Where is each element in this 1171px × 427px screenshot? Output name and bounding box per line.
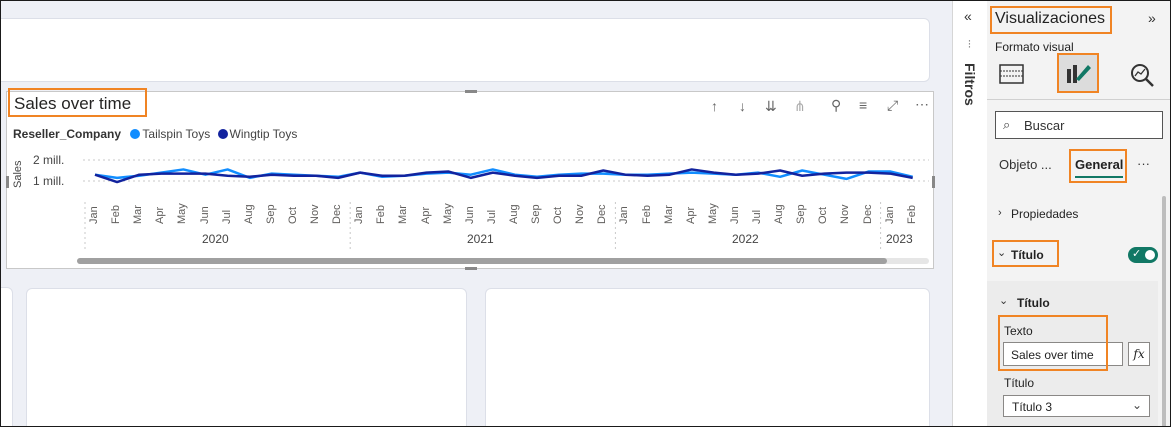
x-tick-label: Dec <box>596 204 609 224</box>
pane-divider <box>987 99 1170 100</box>
x-tick-label: Oct <box>552 206 565 224</box>
search-icon: ⌕ <box>1003 117 1011 132</box>
title-style-dropdown[interactable]: Título 3 ⌄ <box>1003 395 1150 417</box>
x-tick-label: Feb <box>375 205 388 224</box>
title-subsection-card: ⌄ Título Texto Sales over time fx Título… <box>987 281 1158 426</box>
search-placeholder: Buscar <box>1024 118 1065 133</box>
fx-icon: fx <box>1133 347 1145 361</box>
x-tick-label: Jun <box>198 206 211 224</box>
x-tick-label: Mar <box>662 205 675 224</box>
fx-button[interactable]: fx <box>1128 342 1150 366</box>
report-canvas: Sales over time ↑ ↓ ⇊ ⋔ ⚲ ≡ ⤢ ⋯ Reseller… <box>1 1 952 426</box>
resize-handle-bottom[interactable] <box>465 267 477 270</box>
x-tick-label: Mar <box>397 205 410 224</box>
title-toggle[interactable]: ✓ <box>1128 247 1158 263</box>
section-title-highlight <box>992 240 1059 267</box>
build-visual-icon[interactable] <box>999 63 1025 85</box>
x-tick-label: Feb <box>905 205 918 224</box>
filters-pane-collapsed[interactable]: « ⫶ Filtros <box>952 1 988 426</box>
x-tick-label: Oct <box>286 206 299 224</box>
x-tick-label: Jul <box>485 209 498 224</box>
x-tick-label: Apr <box>419 206 432 224</box>
subsection-title[interactable]: Título <box>1017 296 1050 310</box>
format-visual-label: Formato visual <box>995 40 1074 54</box>
resize-handle-left[interactable] <box>6 176 9 188</box>
chevron-down-icon: ⌄ <box>999 295 1009 307</box>
x-tick-label: Aug <box>773 204 786 224</box>
x-tick-label: May <box>176 203 189 224</box>
search-input[interactable]: ⌕ Buscar <box>995 111 1163 139</box>
x-tick-label: Sep <box>795 204 808 224</box>
x-tick-label: Jul <box>751 209 763 224</box>
x-tick-label: Aug <box>507 204 520 224</box>
x-tick-label: Sep <box>264 204 277 224</box>
visualizations-pane: Visualizaciones » Formato visual ⌕ Busca… <box>987 1 1170 426</box>
x-tick-label: Apr <box>684 206 697 224</box>
top-visual-card[interactable] <box>1 18 930 82</box>
x-tick-label: May <box>706 203 719 224</box>
app-window: Sales over time ↑ ↓ ⇊ ⋔ ⚲ ≡ ⤢ ⋯ Reseller… <box>0 0 1171 427</box>
tab-object[interactable]: Objeto ... <box>999 157 1052 172</box>
scrollbar-thumb[interactable] <box>77 258 887 264</box>
year-label: 2023 <box>886 232 913 246</box>
year-label: 2021 <box>467 232 494 246</box>
style-label: Título <box>1004 376 1035 390</box>
x-tick-label: Jan <box>883 206 896 224</box>
year-label: 2020 <box>202 232 229 246</box>
more-tabs-icon[interactable]: ··· <box>1137 156 1150 171</box>
pane-scrollbar[interactable] <box>1162 196 1166 426</box>
x-tick-label: Sep <box>530 204 542 224</box>
bottom-right-card[interactable] <box>485 288 930 426</box>
x-tick-label: Mar <box>132 205 145 224</box>
pane-title-highlight <box>990 6 1112 34</box>
filters-label[interactable]: Filtros <box>962 63 978 106</box>
resize-handle-top[interactable] <box>465 90 477 93</box>
y-axis-label: Sales <box>12 160 24 188</box>
dropdown-value: Título 3 <box>1012 400 1053 414</box>
x-tick-label: Apr <box>154 206 167 224</box>
line-chart-visual[interactable]: Sales over time ↑ ↓ ⇊ ⋔ ⚲ ≡ ⤢ ⋯ Reseller… <box>6 91 934 269</box>
analytics-icon[interactable] <box>1129 62 1155 88</box>
x-tick-label: Dec <box>861 204 874 224</box>
x-tick-label: Nov <box>574 204 587 224</box>
expand-right-icon[interactable]: » <box>1148 10 1156 26</box>
x-tick-label: Jun <box>728 206 741 224</box>
section-properties[interactable]: Propiedades <box>1011 207 1078 221</box>
check-icon: ✓ <box>1132 248 1142 260</box>
year-label: 2022 <box>732 232 759 246</box>
bottom-left-card[interactable] <box>1 287 13 426</box>
title-highlight <box>8 88 147 117</box>
x-tick-label: Feb <box>110 205 123 224</box>
x-tick-label: Feb <box>640 205 653 224</box>
text-field-highlight <box>998 315 1108 371</box>
y-tick-label: 1 mill. <box>33 174 65 188</box>
x-tick-label: Dec <box>331 204 344 224</box>
x-tick-label: May <box>441 203 454 224</box>
x-tick-label: Jan <box>618 206 631 224</box>
tab-general-highlight <box>1069 149 1127 183</box>
x-tick-label: Oct <box>817 206 830 224</box>
filter-funnel-icon: ⫶ <box>968 39 971 51</box>
x-tick-label: Aug <box>242 204 255 224</box>
x-tick-label: Jun <box>463 206 476 224</box>
chevron-down-icon: ⌄ <box>1132 398 1143 412</box>
chevron-right-icon: › <box>998 207 1002 219</box>
bottom-middle-card[interactable] <box>26 288 467 426</box>
y-tick-label: 2 mill. <box>33 153 65 167</box>
x-tick-label: Jul <box>220 209 233 224</box>
horizontal-scrollbar[interactable] <box>77 258 929 264</box>
collapse-left-icon[interactable]: « <box>964 8 972 24</box>
format-tab-highlight <box>1057 53 1099 93</box>
resize-handle-right[interactable] <box>932 176 935 188</box>
x-tick-label: Jan <box>88 206 100 224</box>
x-tick-label: Nov <box>309 204 321 224</box>
x-tick-label: Nov <box>839 204 852 224</box>
x-tick-label: Jan <box>353 206 366 224</box>
